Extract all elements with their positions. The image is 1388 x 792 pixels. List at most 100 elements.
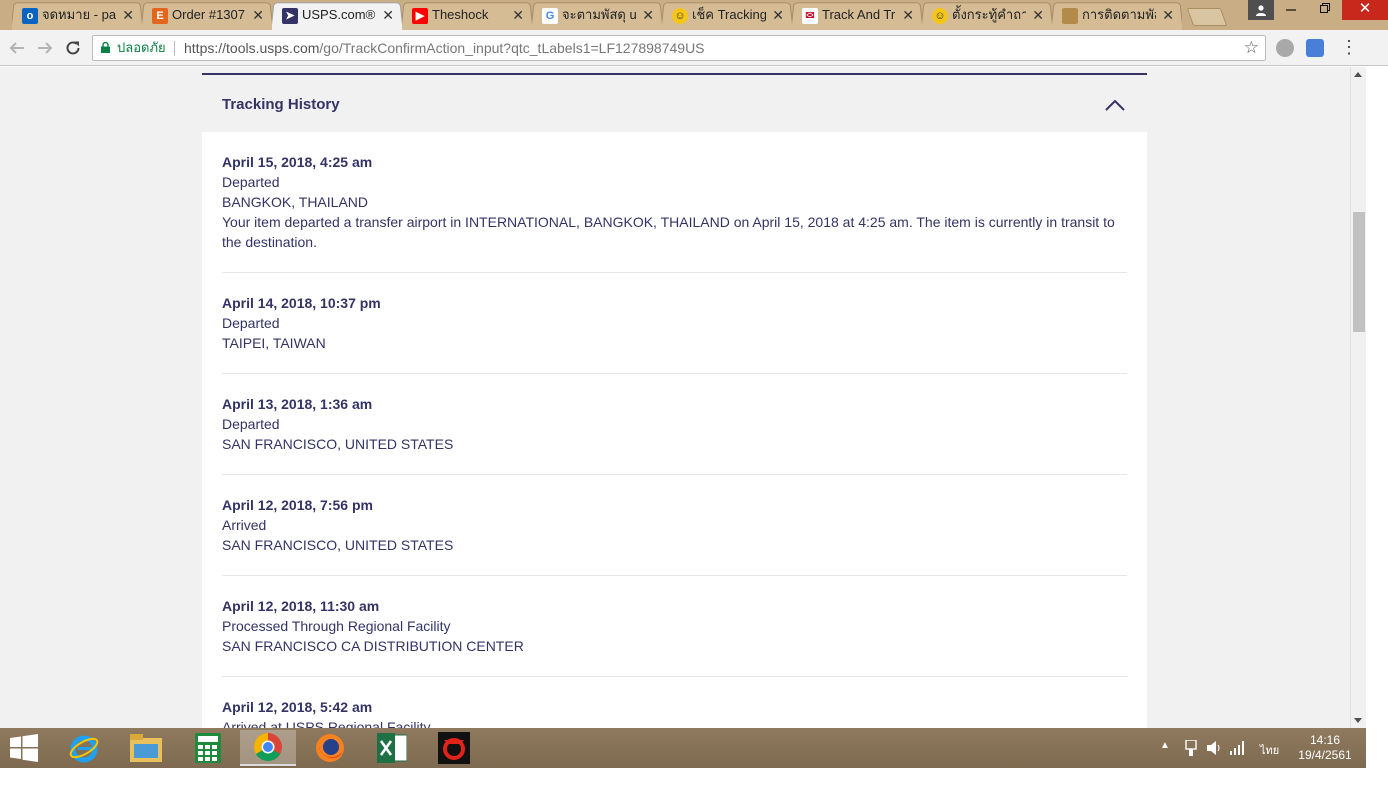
close-tab-icon[interactable]: ✕ (512, 2, 524, 28)
reload-button[interactable] (62, 37, 84, 59)
close-tab-icon[interactable]: ✕ (252, 2, 264, 28)
window-controls: ✕ (1248, 0, 1388, 20)
event-location: BANGKOK, THAILAND (222, 194, 369, 210)
input-language-indicator[interactable]: ไทย (1260, 741, 1279, 759)
google-icon: G (542, 8, 558, 24)
youtube-icon: ▶ (412, 8, 428, 24)
outlook-icon: o (22, 8, 38, 24)
tab-check-tracking[interactable]: ☺ เช็ค Tracking ✕ (662, 2, 792, 30)
event-detail: Your item departed a transfer airport in… (222, 214, 1115, 250)
tab-title: เช็ค Tracking (692, 7, 766, 22)
event-divider (222, 676, 1127, 677)
page-scrollbar[interactable] (1350, 67, 1366, 728)
taskbar-clock[interactable]: 14:16 19/4/2561 (1290, 733, 1360, 763)
close-tab-icon[interactable]: ✕ (1032, 2, 1044, 28)
chrome-menu-icon[interactable]: ⋮ (1340, 36, 1358, 58)
event-divider (222, 575, 1127, 576)
emoji-icon: ☺ (932, 8, 948, 24)
event-status: Processed Through Regional Facility (222, 618, 451, 634)
tab-forum-question[interactable]: ☺ ตั้งกระทู้คำถาม ✕ (922, 2, 1052, 30)
garena-icon[interactable] (426, 730, 482, 766)
excel-icon[interactable] (364, 730, 420, 766)
profile-icon[interactable] (1248, 0, 1274, 20)
event-location: SAN FRANCISCO, UNITED STATES (222, 537, 454, 553)
usb-device-icon[interactable] (1184, 740, 1198, 756)
tab-title: USPS.com® (302, 7, 376, 22)
event-status: Departed (222, 174, 280, 190)
tab-parcel-tracking[interactable]: การติดตามพัสดุ ✕ (1052, 2, 1182, 30)
bookmark-star-icon[interactable]: ☆ (1244, 36, 1259, 60)
tab-title: จดหมาย - part (42, 7, 116, 22)
event-location: TAIPEI, TAIWAN (222, 335, 326, 351)
url-text[interactable]: https://tools.usps.com/go/TrackConfirmAc… (184, 36, 705, 60)
start-icon[interactable] (0, 730, 48, 766)
tab-etsy-order[interactable]: E Order #1307 ✕ (142, 2, 272, 30)
address-separator (174, 41, 175, 56)
event-date: April 13, 2018, 1:36 am (222, 396, 373, 412)
chevron-up-icon[interactable] (1105, 99, 1125, 111)
tracking-event: April 14, 2018, 10:37 pm Departed TAIPEI… (222, 293, 1127, 353)
close-tab-icon[interactable]: ✕ (122, 2, 134, 28)
emoji-icon: ☺ (672, 8, 688, 24)
event-status: Arrived (222, 517, 267, 533)
tab-usps[interactable]: ➤ USPS.com® ✕ (272, 2, 402, 30)
usps-icon: ➤ (282, 8, 298, 24)
close-tab-icon[interactable]: ✕ (382, 2, 394, 28)
extension-icon[interactable] (1276, 39, 1294, 57)
forward-button[interactable] (34, 37, 56, 59)
tab-track-and-trace[interactable]: ✉ Track And Tr ✕ (792, 2, 922, 30)
translate-icon[interactable] (1306, 39, 1324, 57)
restore-button[interactable] (1308, 0, 1342, 20)
tab-youtube[interactable]: ▶ Theshock ✕ (402, 2, 532, 30)
scroll-down-arrow-icon[interactable] (1354, 718, 1362, 723)
close-tab-icon[interactable]: ✕ (1162, 2, 1174, 28)
event-divider (222, 474, 1127, 475)
tab-title: จะตามพัสดุ usp (562, 7, 636, 22)
tracking-history-title: Tracking History (222, 96, 340, 113)
tracking-event: April 13, 2018, 1:36 am Departed SAN FRA… (222, 394, 1127, 454)
tab-outlook[interactable]: o จดหมาย - part ✕ (12, 2, 142, 30)
url-path: /go/TrackConfirmAction_input?qtc_tLabels… (319, 40, 705, 56)
calculator-icon[interactable] (180, 730, 236, 766)
tab-title: Order #1307 (172, 7, 245, 22)
firefox-icon[interactable] (302, 730, 358, 766)
screen-bottom-margin (0, 768, 1388, 792)
tracking-history-list: April 15, 2018, 4:25 am Departed BANGKOK… (202, 132, 1147, 728)
event-date: April 12, 2018, 7:56 pm (222, 497, 373, 513)
tab-google-search[interactable]: G จะตามพัสดุ usp ✕ (532, 2, 662, 30)
event-date: April 12, 2018, 11:30 am (222, 598, 380, 614)
close-tab-icon[interactable]: ✕ (642, 2, 654, 28)
file-explorer-icon[interactable] (118, 730, 174, 766)
tab-title: Track And Tr (822, 7, 896, 22)
event-divider (222, 373, 1127, 374)
etsy-icon: E (152, 8, 168, 24)
show-hidden-icons-icon[interactable]: ▲ (1160, 740, 1170, 751)
close-tab-icon[interactable]: ✕ (772, 2, 784, 28)
tab-title: ตั้งกระทู้คำถาม (952, 7, 1026, 22)
thaipost-icon: ✉ (802, 8, 818, 24)
scroll-up-arrow-icon[interactable] (1354, 72, 1362, 77)
event-status: Departed (222, 416, 280, 432)
browser-toolbar: ปลอดภัย https://tools.usps.com/go/TrackC… (0, 30, 1388, 66)
event-location: SAN FRANCISCO CA DISTRIBUTION CENTER (222, 638, 524, 654)
scrollbar-thumb[interactable] (1353, 212, 1365, 332)
back-button[interactable] (6, 37, 28, 59)
tracking-event: April 12, 2018, 5:42 am Arrived at USPS … (222, 697, 1127, 728)
secure-label: ปลอดภัย (117, 40, 166, 55)
minimize-button[interactable] (1274, 0, 1308, 20)
windows-taskbar: ▲ ไทย 14:16 19/4/2561 (0, 728, 1366, 768)
lock-icon (101, 42, 110, 53)
close-tab-icon[interactable]: ✕ (902, 2, 914, 28)
tracking-event: April 12, 2018, 7:56 pm Arrived SAN FRAN… (222, 495, 1127, 555)
address-bar[interactable]: ปลอดภัย https://tools.usps.com/go/TrackC… (92, 35, 1266, 61)
close-window-button[interactable]: ✕ (1342, 0, 1388, 20)
page-viewport: Tracking History April 15, 2018, 4:25 am… (0, 67, 1350, 728)
tracking-history-header[interactable]: Tracking History (202, 75, 1147, 132)
internet-explorer-icon[interactable] (56, 730, 112, 766)
network-signal-icon[interactable] (1230, 741, 1246, 755)
new-tab-button[interactable] (1186, 8, 1228, 26)
chrome-icon[interactable] (240, 730, 296, 766)
screen-margin (1366, 67, 1388, 728)
volume-icon[interactable] (1206, 740, 1222, 756)
clock-time: 14:16 (1309, 733, 1341, 747)
